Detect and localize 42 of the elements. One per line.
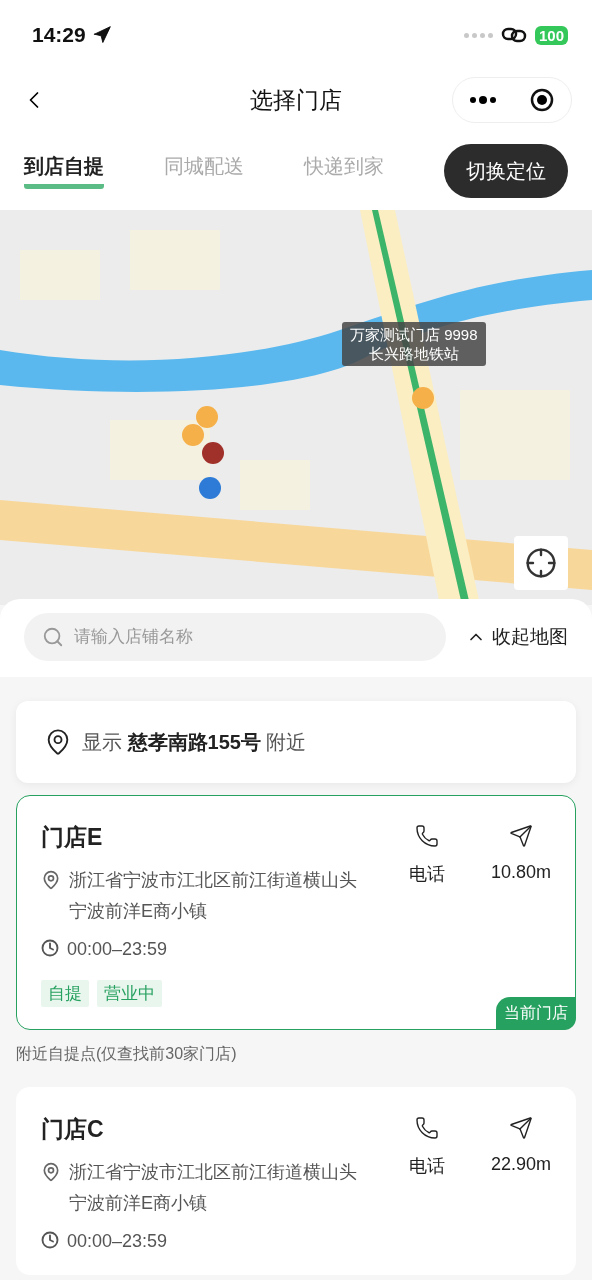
- location-card[interactable]: 显示 慈孝南路155号 附近: [16, 701, 576, 783]
- navigate-button[interactable]: 22.90m: [490, 1116, 551, 1252]
- paper-plane-icon: [508, 824, 533, 848]
- current-store-badge: 当前门店: [496, 997, 576, 1030]
- call-button[interactable]: 电话: [396, 824, 457, 960]
- store-tag: 营业中: [97, 980, 162, 1007]
- status-time: 14:29: [32, 23, 86, 47]
- store-tag: 自提: [41, 980, 89, 1007]
- more-dots-icon: [467, 95, 498, 105]
- store-name: 门店E: [41, 823, 104, 852]
- phone-icon: [414, 824, 439, 848]
- clock-icon: [41, 939, 59, 957]
- phone-icon: [414, 1116, 439, 1140]
- locate-button[interactable]: [514, 536, 568, 590]
- location-text: 显示 慈孝南路155号 附近: [82, 729, 307, 755]
- store-callout: 万家测试门店 9998 长兴路地铁站: [342, 322, 486, 366]
- location-arrow-icon: [91, 25, 112, 45]
- clock-icon: [41, 1231, 59, 1249]
- paper-plane-icon: [508, 1116, 533, 1140]
- search-icon: [42, 626, 64, 648]
- collapse-map-button[interactable]: 收起地图: [466, 624, 568, 650]
- switch-location-button[interactable]: 切换定位: [444, 144, 568, 198]
- store-card[interactable]: 门店E 浙江省宁波市江北区前江街道横山头宁波前洋E商小镇 00:00–23:59 电话 10.80m 自提 营业中 当前门店: [16, 795, 576, 1030]
- link-icon: [500, 26, 527, 44]
- address-pin-icon: [41, 1162, 61, 1182]
- navigate-button[interactable]: 10.80m: [490, 824, 551, 960]
- tab[interactable]: 到店自提: [24, 153, 104, 189]
- signal-icon: [463, 32, 493, 38]
- address-pin-icon: [41, 870, 61, 890]
- store-hours: 00:00–23:59: [67, 939, 168, 960]
- store-name: 门店C: [41, 1115, 105, 1144]
- store-hours: 00:00–23:59: [67, 1231, 168, 1252]
- nearby-note: 附近自提点(仅查找前30家门店): [16, 1044, 238, 1064]
- battery-level: 100: [534, 25, 568, 45]
- search-field[interactable]: 请输入店铺名称: [24, 613, 446, 661]
- crosshair-icon: [525, 547, 557, 579]
- call-button[interactable]: 电话: [396, 1116, 457, 1252]
- store-card[interactable]: 门店C 浙江省宁波市江北区前江街道横山头宁波前洋E商小镇 00:00–23:59 电话 22.90m: [16, 1087, 576, 1275]
- store-address: 浙江省宁波市江北区前江街道横山头宁波前洋E商小镇: [69, 869, 358, 923]
- store-address: 浙江省宁波市江北区前江街道横山头宁波前洋E商小镇: [69, 1161, 358, 1215]
- target-circle-icon: [528, 87, 555, 113]
- page-title: 选择门店: [250, 85, 342, 115]
